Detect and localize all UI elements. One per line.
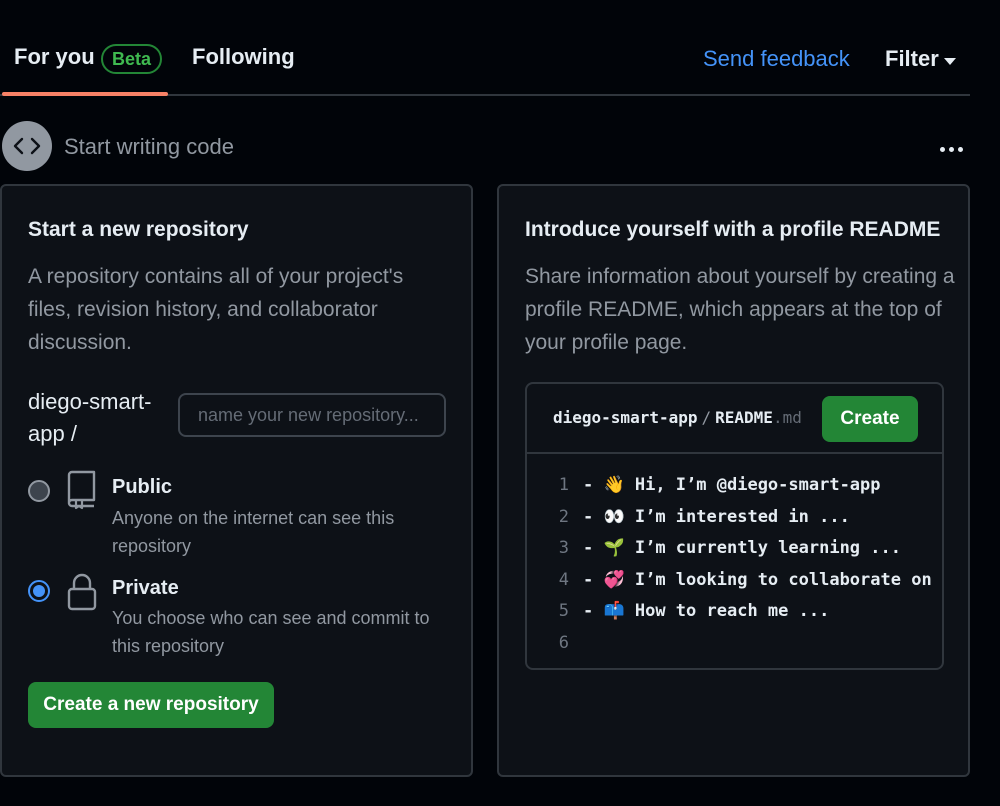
readme-preview: diego-smart-app / README.md Create 1 - 👋 Hi… (525, 382, 944, 670)
line-text: - 👀 I’m interested in ... (583, 506, 850, 527)
readme-file-path: diego-smart-app / README.md (553, 408, 802, 427)
private-radio[interactable] (28, 580, 50, 602)
tab-following[interactable]: Following (192, 44, 295, 70)
line-number: 2 (558, 506, 569, 527)
active-tab-indicator (2, 92, 168, 96)
line-number: 1 (558, 475, 569, 495)
new-repository-card: Start a new repository A repository cont… (0, 184, 473, 777)
code-line: 2 - 👀 I’m interested in ... (527, 502, 942, 534)
filter-button[interactable]: Filter (885, 46, 939, 72)
tab-for-you[interactable]: For you (14, 44, 95, 70)
line-text: - 💞️ I’m looking to collaborate on ... (583, 569, 944, 590)
public-option-description: Anyone on the internet can see this repo… (112, 508, 395, 556)
code-line: 6 (527, 628, 942, 660)
line-text: - 👋 Hi, I’m @diego-smart-app (583, 475, 881, 495)
code-line: 4 - 💞️ I’m looking to collaborate on ... (527, 565, 942, 597)
code-line: 5 - 📫 How to reach me ... (527, 596, 942, 628)
line-number: 4 (558, 569, 569, 590)
code-icon (2, 121, 52, 171)
profile-readme-description: Share information about yourself by crea… (525, 265, 955, 354)
code-line: 1 - 👋 Hi, I’m @diego-smart-app (527, 470, 942, 502)
readme-path-file: README (715, 408, 773, 427)
line-number: 5 (558, 601, 569, 621)
readme-preview-header: diego-smart-app / README.md Create (527, 384, 942, 454)
repository-name-input[interactable] (178, 393, 446, 437)
new-repository-description: A repository contains all of your projec… (28, 265, 404, 354)
lock-icon (64, 572, 100, 612)
line-text: - 📫 How to reach me ... (583, 601, 830, 621)
line-text: - 🌱 I’m currently learning ... (583, 538, 901, 558)
repository-owner-label: diego-smart-app / (28, 389, 152, 446)
private-option-description: You choose who can see and commit to thi… (112, 608, 430, 656)
send-feedback-link[interactable]: Send feedback (703, 46, 850, 72)
readme-path-separator: / (701, 408, 712, 427)
create-repository-button[interactable]: Create a new repository (28, 682, 274, 728)
public-option-title: Public (112, 476, 173, 498)
more-options-icon[interactable] (940, 140, 974, 158)
readme-code-lines: 1 - 👋 Hi, I’m @diego-smart-app 2 - 👀 I’m i… (527, 470, 942, 659)
readme-path-extension: .md (772, 408, 802, 427)
caret-down-icon[interactable] (944, 58, 956, 65)
repo-icon (64, 470, 100, 510)
private-option-title: Private (112, 577, 179, 599)
create-readme-button[interactable]: Create (822, 396, 918, 442)
code-line: 3 - 🌱 I’m currently learning ... (527, 533, 942, 565)
profile-readme-card: Introduce yourself with a profile README… (497, 184, 970, 777)
readme-path-owner: diego-smart-app (553, 408, 698, 427)
public-radio[interactable] (28, 480, 50, 502)
line-number: 6 (558, 632, 569, 653)
beta-badge: Beta (101, 44, 163, 74)
profile-readme-title: Introduce yourself with a profile README (525, 218, 941, 241)
feed-tab-bar: For you Beta Following Send feedback Fil… (0, 0, 970, 96)
line-number: 3 (558, 538, 569, 558)
section-title: Start writing code (64, 134, 234, 159)
new-repository-title: Start a new repository (28, 218, 249, 241)
